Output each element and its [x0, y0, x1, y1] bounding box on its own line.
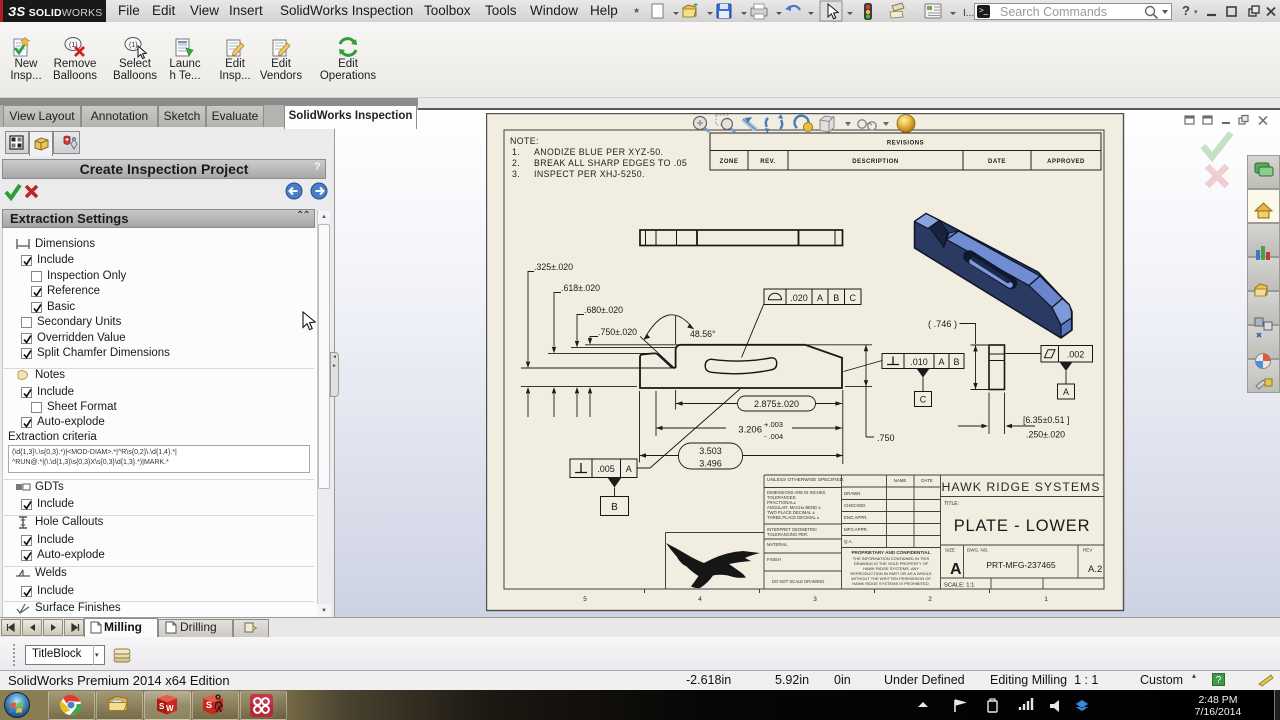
svg-text:.010: .010 [910, 357, 928, 367]
svg-text:[6.35±0.51 ]: [6.35±0.51 ] [1023, 415, 1069, 425]
svg-text:B: B [611, 502, 618, 513]
svg-text:- .004: - .004 [764, 432, 783, 441]
svg-text:3.496: 3.496 [699, 458, 722, 468]
svg-text:B: B [953, 357, 959, 367]
svg-text:.750: .750 [877, 433, 895, 443]
svg-text:.750±.020: .750±.020 [598, 327, 637, 337]
svg-text:.325±.020: .325±.020 [534, 262, 573, 272]
svg-text:A: A [817, 293, 823, 303]
svg-text:HAWK RIDGE SYSTEMS IS PROHIBIT: HAWK RIDGE SYSTEMS IS PROHIBITED. [852, 581, 929, 586]
svg-text:+.003: +.003 [764, 420, 783, 429]
svg-text:DO NOT SCALE DRAWING: DO NOT SCALE DRAWING [772, 579, 824, 584]
svg-text:.680±.020: .680±.020 [584, 305, 623, 315]
svg-text:UNLESS OTHERWISE SPECIFIED:: UNLESS OTHERWISE SPECIFIED: [767, 477, 844, 483]
svg-text:ZONE: ZONE [720, 159, 739, 165]
svg-text:4: 4 [698, 596, 702, 603]
svg-text:REV.: REV. [760, 159, 775, 165]
svg-text:TOLERANCING PER:: TOLERANCING PER: [767, 532, 808, 537]
svg-text:MFG APPR.: MFG APPR. [844, 527, 868, 532]
svg-text:B: B [833, 293, 839, 303]
svg-text:ENG APPR.: ENG APPR. [844, 515, 868, 520]
svg-text:HAWK RIDGE SYSTEMS: HAWK RIDGE SYSTEMS [942, 480, 1101, 494]
svg-text:.005: .005 [597, 464, 615, 474]
svg-text:DRAWN: DRAWN [844, 491, 860, 496]
svg-text:DATE: DATE [921, 478, 932, 483]
svg-text:A: A [626, 464, 632, 474]
svg-text:1: 1 [1044, 596, 1048, 603]
svg-text:APPROVED: APPROVED [1047, 159, 1085, 165]
svg-text:CHECKED: CHECKED [844, 503, 865, 508]
svg-text:INSPECT PER XHJ-5250.: INSPECT PER XHJ-5250. [534, 169, 645, 179]
svg-text:3.503: 3.503 [699, 446, 722, 456]
svg-text:2.875±.020: 2.875±.020 [754, 399, 799, 409]
svg-text:(1): (1) [129, 42, 138, 49]
svg-text:S: S [206, 700, 212, 710]
svg-text:2.: 2. [512, 158, 520, 168]
svg-text:A: A [950, 561, 962, 578]
svg-text:.020: .020 [790, 293, 808, 303]
svg-text:SIZE: SIZE [945, 548, 955, 553]
svg-text:2: 2 [928, 596, 932, 603]
svg-text:A: A [938, 357, 944, 367]
svg-text:A: A [1063, 387, 1069, 397]
svg-text:DWG. NO.: DWG. NO. [967, 548, 989, 553]
svg-text:BREAK ALL SHARP EDGES TO .05: BREAK ALL SHARP EDGES TO .05 [534, 158, 687, 168]
svg-text:3: 3 [813, 596, 817, 603]
svg-text:1.: 1. [512, 147, 520, 157]
svg-text:S: S [159, 702, 165, 711]
svg-text:TITLE:: TITLE: [944, 501, 959, 507]
svg-text:3.: 3. [512, 169, 520, 179]
svg-text:5: 5 [583, 596, 587, 603]
svg-text:C: C [849, 293, 856, 303]
svg-text:( .746 ): ( .746 ) [928, 319, 957, 329]
svg-text:3.206: 3.206 [738, 425, 762, 436]
svg-text:Q.A.: Q.A. [844, 539, 853, 544]
svg-text:PROPRIETARY AND CONFIDENTIAL: PROPRIETARY AND CONFIDENTIAL [851, 550, 930, 555]
svg-text:NAME: NAME [894, 478, 907, 483]
svg-text:REV: REV [1083, 548, 1092, 553]
svg-text:48.56°: 48.56° [690, 329, 716, 339]
svg-text:FINISH: FINISH [767, 557, 781, 562]
svg-text:SCALE: 1:1: SCALE: 1:1 [944, 583, 974, 589]
svg-text:.002: .002 [1067, 349, 1085, 359]
svg-text:I...: I... [963, 8, 974, 19]
svg-text:C: C [920, 395, 927, 405]
svg-text:DATE: DATE [988, 159, 1006, 165]
svg-text:.250±.020: .250±.020 [1026, 430, 1065, 440]
svg-text:NOTE:: NOTE: [510, 136, 539, 146]
svg-text:PRT-MFG-237465: PRT-MFG-237465 [986, 560, 1056, 570]
svg-text:REVISIONS: REVISIONS [887, 141, 924, 147]
svg-text:W: W [166, 704, 174, 713]
svg-text:MATERIAL: MATERIAL [767, 542, 788, 547]
svg-text:A.2: A.2 [1088, 564, 1102, 575]
svg-text:PLATE - LOWER: PLATE - LOWER [954, 517, 1091, 535]
svg-text:DESCRIPTION: DESCRIPTION [852, 159, 899, 165]
svg-text:.618±.020: .618±.020 [561, 283, 600, 293]
svg-text:ANODIZE BLUE PER XYZ-50.: ANODIZE BLUE PER XYZ-50. [534, 147, 663, 157]
svg-text:THREE PLACE DECIMAL ±: THREE PLACE DECIMAL ± [767, 515, 820, 520]
